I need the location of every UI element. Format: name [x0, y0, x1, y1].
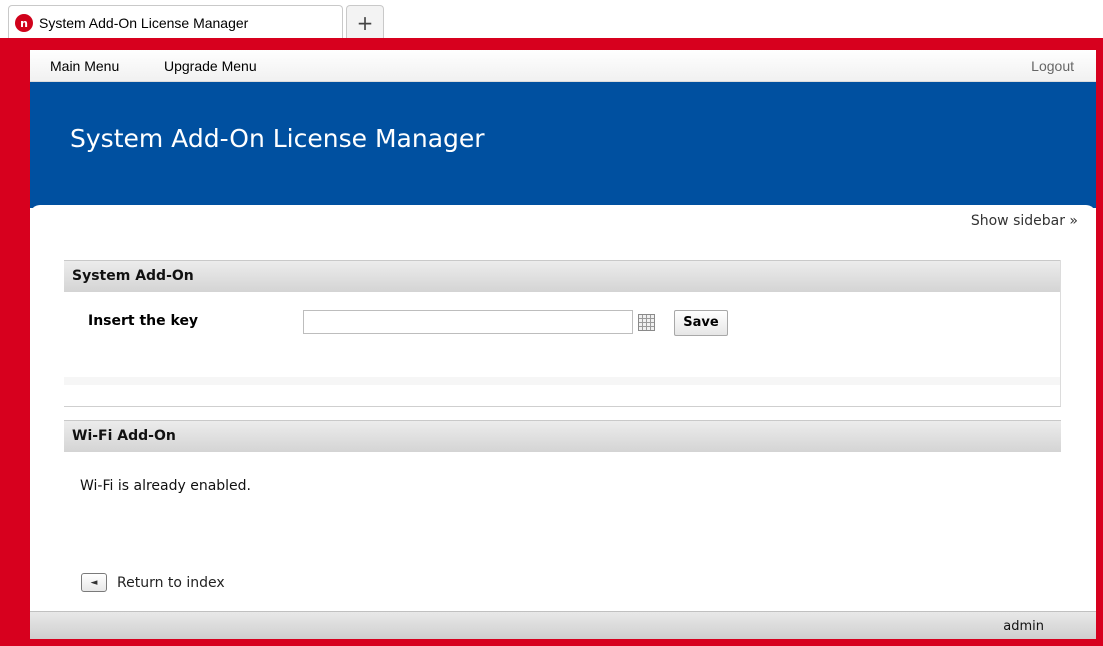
key-label: Insert the key	[88, 313, 199, 329]
app-frame: Main Menu Upgrade Menu Logout System Add…	[0, 38, 1103, 646]
current-user: admin	[1003, 619, 1044, 634]
nav-upgrade-menu[interactable]: Upgrade Menu	[164, 58, 257, 74]
license-key-input[interactable]	[303, 310, 633, 334]
wifi-addon-header: Wi-Fi Add-On	[64, 420, 1061, 452]
return-label[interactable]: Return to index	[117, 575, 225, 591]
logout-link[interactable]: Logout	[1031, 58, 1074, 74]
page-banner: System Add-On License Manager	[30, 82, 1096, 208]
show-sidebar-link[interactable]: Show sidebar »	[971, 213, 1078, 229]
wifi-status-text: Wi-Fi is already enabled.	[80, 478, 252, 494]
site-logo-icon: n	[15, 14, 33, 32]
system-addon-body: Insert the key Save	[64, 292, 1060, 385]
back-arrow-icon[interactable]: ◄	[81, 573, 107, 592]
browser-tab[interactable]: n System Add-On License Manager	[8, 5, 343, 40]
nav-main-menu[interactable]: Main Menu	[50, 58, 119, 74]
new-tab-button[interactable]: +	[346, 5, 384, 40]
footer-bar: admin	[30, 611, 1096, 639]
browser-tab-strip: n System Add-On License Manager +	[0, 0, 1103, 40]
page-title: System Add-On License Manager	[70, 124, 485, 153]
return-to-index-link[interactable]: ◄ Return to index	[81, 573, 225, 592]
app-window: Main Menu Upgrade Menu Logout System Add…	[30, 50, 1096, 639]
keypad-icon[interactable]	[638, 314, 655, 331]
wifi-addon-section: Wi-Fi Add-On Wi-Fi is already enabled.	[64, 420, 1061, 560]
system-addon-header: System Add-On	[64, 260, 1060, 292]
save-button[interactable]: Save	[674, 310, 728, 336]
system-addon-section: System Add-On Insert the key Save	[64, 260, 1061, 407]
browser-tab-title: System Add-On License Manager	[39, 15, 249, 31]
top-navigation: Main Menu Upgrade Menu Logout	[30, 50, 1096, 82]
main-content: Show sidebar » System Add-On Insert the …	[30, 205, 1096, 610]
